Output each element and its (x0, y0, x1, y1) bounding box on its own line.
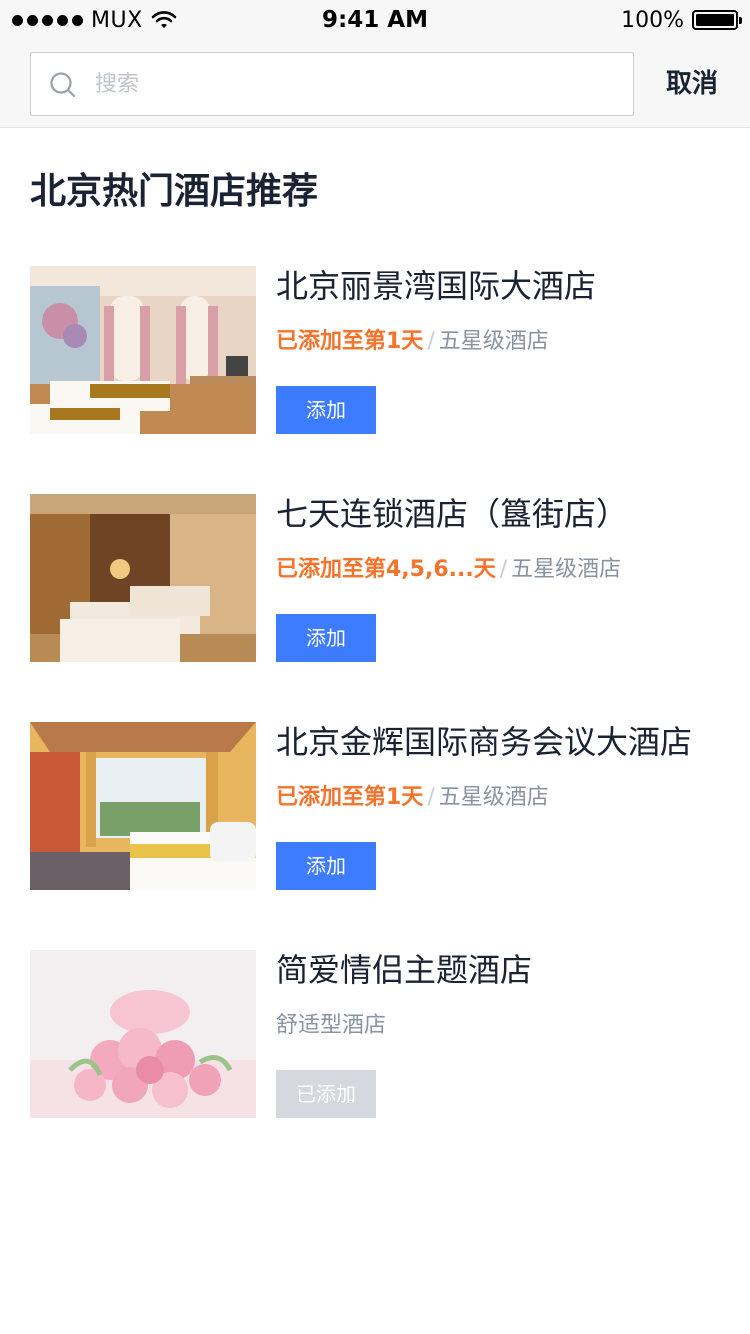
hotel-list-item[interactable]: 七天连锁酒店（簋街店） 已添加至第4,5,6...天 / 五星级酒店 添加 (30, 494, 720, 662)
add-button[interactable]: 添加 (276, 842, 376, 890)
meta-separator: / (427, 329, 435, 354)
hotel-list-item[interactable]: 北京金辉国际商务会议大酒店 已添加至第1天 / 五星级酒店 添加 (30, 722, 720, 890)
added-button: 已添加 (276, 1070, 376, 1118)
hotel-room-photo (30, 494, 256, 662)
hotel-type: 五星级酒店 (438, 329, 549, 354)
search-header: 取消 (0, 40, 750, 128)
add-button[interactable]: 添加 (276, 386, 376, 434)
hotel-room-photo (30, 266, 256, 434)
hotel-type: 五星级酒店 (438, 785, 549, 810)
add-button[interactable]: 添加 (276, 614, 376, 662)
hotel-meta: 已添加至第1天 / 五星级酒店 (276, 784, 549, 812)
hotel-name[interactable]: 北京金辉国际商务会议大酒店 (276, 722, 692, 762)
hotel-room-photo (30, 722, 256, 890)
meta-separator: / (499, 557, 508, 582)
hotel-name[interactable]: 北京丽景湾国际大酒店 (276, 266, 596, 306)
status-right: 100% (621, 6, 742, 34)
hotel-list-item[interactable]: 简爱情侣主题酒店 舒适型酒店 已添加 (30, 950, 720, 1118)
added-day-label: 已添加至第1天 (276, 785, 424, 810)
hotel-meta: 已添加至第1天 / 五星级酒店 (276, 328, 549, 356)
hotel-meta: 舒适型酒店 (276, 1012, 386, 1040)
hotel-name[interactable]: 简爱情侣主题酒店 (276, 950, 532, 990)
hotel-type: 五星级酒店 (511, 557, 622, 582)
status-bar: MUX 9:41 AM 100% (0, 0, 750, 40)
battery-icon (692, 10, 742, 30)
cancel-button[interactable]: 取消 (652, 52, 732, 116)
added-day-label: 已添加至第1天 (276, 329, 424, 354)
battery-percentage: 100% (621, 7, 684, 33)
added-day-label: 已添加至第4,5,6...天 (276, 557, 496, 582)
meta-separator: / (427, 785, 435, 810)
hotel-list-item[interactable]: 北京丽景湾国际大酒店 已添加至第1天 / 五星级酒店 添加 (30, 266, 720, 434)
search-box[interactable] (30, 52, 634, 116)
search-icon (50, 72, 76, 98)
hotel-meta: 已添加至第4,5,6...天 / 五星级酒店 (276, 556, 621, 584)
hotel-type: 舒适型酒店 (276, 1013, 387, 1038)
section-title: 北京热门酒店推荐 (30, 171, 319, 212)
flower-bouquet-photo (30, 950, 256, 1118)
search-input[interactable] (95, 53, 615, 115)
hotel-name[interactable]: 七天连锁酒店（簋街店） (276, 494, 628, 534)
